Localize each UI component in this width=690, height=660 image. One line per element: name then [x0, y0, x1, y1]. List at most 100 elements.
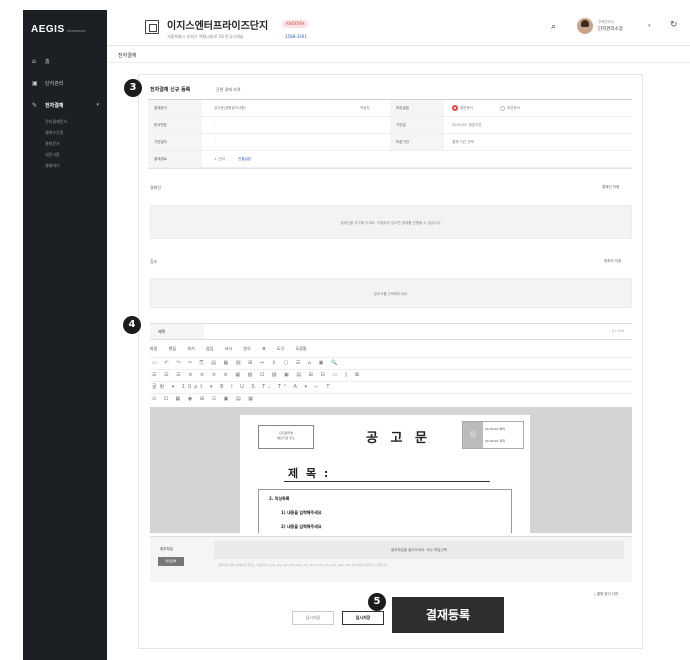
form-label: 보존기간 [390, 134, 444, 150]
form-template-select[interactable]: 공고문(생활공지사항) [214, 100, 246, 116]
form-label: 기안일 [390, 117, 444, 133]
chevron-down-icon: ▾ [96, 102, 99, 108]
period-start: 00.00.00 부터 [485, 427, 505, 431]
radio-archive[interactable]: 보관문서 [500, 100, 520, 116]
editor-content-area[interactable]: 단지관리명 발신기관 주소 공 고 문 공고 기간 00.00.00 부터 00… [150, 407, 632, 533]
attachment-note: 첨부파일 최대 10개까지 업로드 가능합니다. jpg, png, gif, … [218, 563, 389, 567]
content-item: 2) 내용을 입력해주세요 [281, 524, 322, 529]
chevron-down-icon[interactable]: ▾ [648, 23, 651, 29]
editor-toolbar-4[interactable]: ⊙ ⊡ ▦ ◉ ⊞ ☷ ▣ ▤ ▦ [150, 393, 632, 404]
sender-box: 단지관리명 발신기관 주소 [258, 425, 314, 449]
top-header: 이지스엔터프라이즈단지 ANDOOH 서울특별시 송파구 백제고분로 58 한국… [107, 10, 690, 46]
add-reference-link[interactable]: 참조자 지정 [604, 259, 621, 264]
building-icon [145, 20, 159, 34]
form-label: 기안일자 [148, 134, 202, 150]
approval-line-label: 결재선 [150, 185, 162, 190]
editor-menu-view[interactable]: 보기 [187, 346, 194, 352]
complex-phone: 1588-3301 [285, 34, 307, 39]
attachment-dropzone[interactable]: 첨부파일을 끌어오세요. 또는 파일선택 [214, 541, 624, 559]
editor-menu-insert[interactable]: 삽입 [206, 346, 213, 352]
draft-date-value: - [214, 140, 216, 144]
sidebar-subitem[interactable]: 전자결재문서 [45, 116, 107, 127]
editor-menu-table[interactable]: 표 [262, 346, 266, 352]
home-icon: ⌂ [32, 57, 36, 65]
logo-subtitle: ENTERPRISE [67, 29, 86, 33]
sidebar-item-approval[interactable]: ✎ 전자결재 ▾ [23, 94, 107, 116]
sidebar-subitem[interactable]: 내문서함 [45, 149, 107, 160]
sidebar-subitem[interactable]: 결재수신함 [45, 127, 107, 138]
submit-approval-button[interactable]: 결재등록 [392, 597, 504, 633]
period-label-text: 기간 [470, 434, 476, 438]
sender-line: 발신기관 주소 [277, 436, 295, 440]
form-label: 결재양식 [148, 100, 202, 116]
radio-label: 일반문서 [460, 106, 473, 110]
subject-underline [284, 481, 490, 482]
approval-form: 결재양식 공고문(생활공지사항) 작성자 보존설정 일반문서 보관문서 문서번호… [148, 99, 632, 169]
sidebar-submenu: 전자결재문서 결재수신함 결재문서 내문서함 결재대기 [23, 116, 107, 171]
editor-menu-template[interactable]: 양식 [243, 346, 250, 352]
retention-select[interactable]: 결재 기간 선택 [452, 134, 474, 150]
form-row: 결재경로 1. 관리 전결설정 [148, 151, 632, 168]
form-row: 결재양식 공고문(생활공지사항) 작성자 보존설정 일반문서 보관문서 [148, 100, 632, 117]
form-row: 기안일자 - 보존기간 결재 기간 선택 [148, 134, 632, 151]
add-approver-link[interactable]: 결재선 지정 [602, 185, 619, 190]
sidebar-item-home[interactable]: ⌂ 홈 [23, 50, 107, 72]
notice-document[interactable]: 단지관리명 발신기관 주소 공 고 문 공고 기간 00.00.00 부터 00… [240, 415, 530, 533]
sidebar-item-label: 홈 [45, 58, 50, 65]
document-content-box: 2. 작성목록 1) 내용을 입력해주세요 2) 내용을 입력해주세요 [258, 489, 512, 533]
search-icon[interactable]: ⌕ [551, 22, 556, 32]
user-role: 주택관리사 [598, 20, 615, 24]
radio-off-icon [500, 105, 505, 111]
form-row: 문서번호 - 기안일 2023.05. 현장기안 [148, 117, 632, 134]
reference-label: 참조 [150, 259, 158, 264]
sidebar-item-complex[interactable]: ▣ 단지관리 [23, 72, 107, 94]
title-char-counter: 0 / 150 [611, 329, 624, 333]
sidebar-subitem[interactable]: 결재대기 [45, 160, 107, 171]
draft-date-value: 2023.05. 현장기안 [452, 123, 482, 127]
document-subject: 제 목 : [288, 467, 331, 480]
editor-toolbar-2[interactable]: ☰ ☰ ☰ ≡ ≡ ≡ ≡ ▦ ▧ ⊡ ▨ ▣ ▤ ⊞ ⊟ ▭ ▯ ⊠ [150, 369, 632, 380]
form-label: 문서번호 [148, 117, 202, 133]
attachment-row: 첨부파일 파일첨부 첨부파일을 끌어오세요. 또는 파일선택 첨부파일 최대 1… [150, 536, 632, 582]
editor-menubar: 파일 편집 보기 삽입 서식 양식 표 도구 도움말 [150, 346, 632, 356]
building-icon: ▣ [32, 79, 38, 87]
form-label: 결재경로 [148, 151, 202, 167]
approval-path-value: 1. 관리 [214, 157, 225, 161]
sidebar: AEGIS ENTERPRISE ⌂ 홈 ▣ 단지관리 ✎ 전자결재 ▾ 전자결… [23, 10, 107, 660]
editor-toolbar-1[interactable]: ▭ ↶ ↷ ✂ ⎘ ▤ ▦ ▧ ⊞ ⇔ ⇕ ▢ ☰ ⌂ ▣ 🔍 [150, 357, 632, 368]
editor-toolbar-3[interactable]: 굴림 ▾ 10pt ▾ B I U S T₁ T² A ▾ ⌐ T [150, 381, 632, 392]
breadcrumb: 전자결재 [118, 53, 137, 59]
status-badge: ANDOOH [282, 20, 309, 28]
sidebar-subitem[interactable]: 결재문서 [45, 138, 107, 149]
form-label: 보존설정 [390, 100, 444, 116]
radio-on-icon [452, 105, 458, 111]
period-end: 00.00.00 까지 [485, 439, 505, 443]
document-title: 공 고 문 [366, 431, 431, 446]
complex-address: 서울특별시 송파구 백제고분로 58 한국기계술 [167, 34, 244, 39]
temp-save-button[interactable]: 임시저장 [342, 611, 384, 625]
cancel-button[interactable]: 임시저장 [292, 611, 334, 625]
period-label: 공고 기간 [463, 422, 483, 448]
form-label: 작성자 [360, 106, 370, 110]
content-item: 1) 내용을 입력해주세요 [281, 510, 322, 515]
refresh-icon[interactable]: ↻ [670, 20, 678, 30]
radio-general[interactable]: 일반문서 [452, 100, 473, 116]
editor-menu-format[interactable]: 서식 [225, 346, 232, 352]
download-icon: ⤓ [594, 592, 596, 596]
editor-menu-edit[interactable]: 편집 [169, 346, 176, 352]
doc-number-value: - [214, 123, 216, 127]
step-marker-3: 3 [124, 79, 142, 97]
editor-menu-file[interactable]: 파일 [150, 346, 157, 352]
reference-dropzone[interactable]: 참조자를 선택해주세요. [150, 278, 632, 308]
sidebar-item-label: 전자결재 [45, 102, 64, 109]
section-subtitle: 간편 결재 보관 [216, 87, 241, 92]
title-field-row: 제목 0 / 150 [150, 323, 632, 340]
avatar[interactable] [577, 18, 593, 34]
logo[interactable]: AEGIS [31, 24, 65, 35]
editor-menu-help[interactable]: 도움말 [296, 346, 307, 352]
download-template-link[interactable]: ⤓ 결재 양식 다운 [594, 592, 618, 597]
approval-line-dropzone[interactable]: 결재선을 추가해 주세요. 지정하지 않으면 결재를 진행할 수 없습니다. [150, 205, 632, 239]
delegate-setting-link[interactable]: 전결설정 [238, 151, 251, 167]
attach-file-button[interactable]: 파일첨부 [158, 557, 184, 566]
editor-menu-tools[interactable]: 도구 [277, 346, 284, 352]
